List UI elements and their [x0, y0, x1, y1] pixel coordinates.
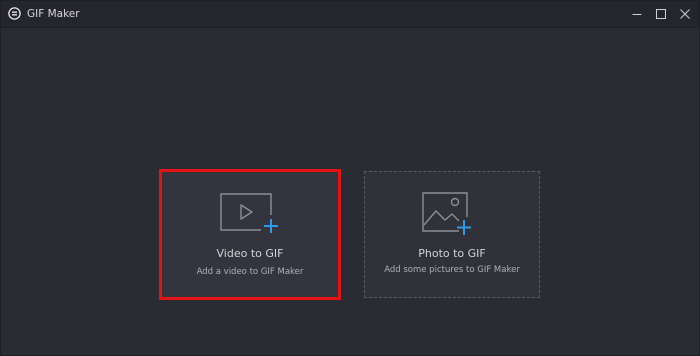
- photo-to-gif-card[interactable]: Photo to GIF Add some pictures to GIF Ma…: [364, 171, 540, 298]
- photo-to-gif-subtitle: Add some pictures to GIF Maker: [384, 265, 520, 275]
- maximize-icon: [656, 9, 666, 19]
- image-add-icon: [422, 192, 471, 235]
- window-title: GIF Maker: [27, 8, 80, 20]
- close-icon: [680, 9, 690, 19]
- maximize-button[interactable]: [652, 5, 670, 23]
- video-to-gif-subtitle: Add a video to GIF Maker: [196, 267, 304, 277]
- video-add-icon: [220, 193, 278, 233]
- minimize-icon: [632, 14, 642, 15]
- title-bar: GIF Maker: [1, 1, 699, 28]
- gif-maker-logo-icon: [8, 7, 21, 20]
- video-to-gif-title: Video to GIF: [216, 247, 284, 260]
- photo-to-gif-title: Photo to GIF: [418, 247, 486, 260]
- video-to-gif-card[interactable]: Video to GIF Add a video to GIF Maker: [159, 169, 341, 300]
- close-button[interactable]: [676, 5, 694, 23]
- app-window: GIF Maker Video to GIF Add a video to GI…: [0, 0, 700, 356]
- minimize-button[interactable]: [628, 5, 646, 23]
